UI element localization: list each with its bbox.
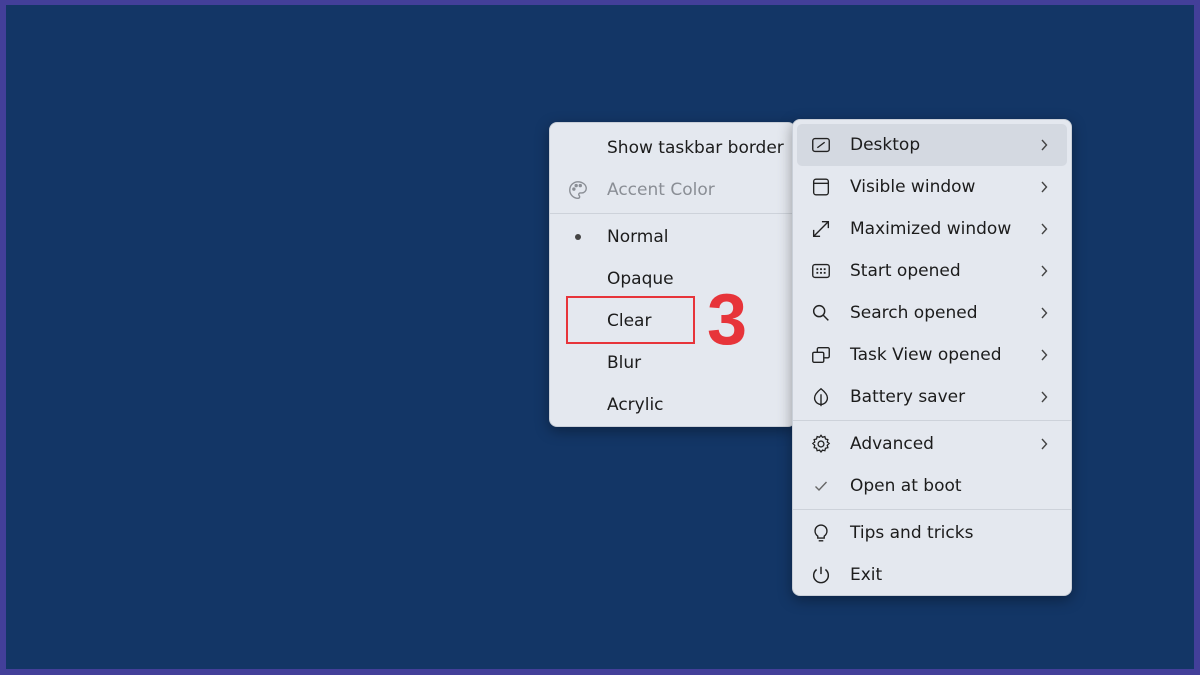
chevron-right-icon bbox=[1037, 334, 1051, 376]
task-view-icon bbox=[809, 334, 833, 376]
menu-item-label: Maximized window bbox=[850, 219, 1012, 239]
menu-item-label: Advanced bbox=[850, 434, 934, 454]
menu-item-desktop[interactable]: Desktop bbox=[797, 124, 1067, 166]
leaf-icon bbox=[809, 376, 833, 418]
chevron-right-icon bbox=[1037, 423, 1051, 465]
power-icon bbox=[809, 554, 833, 596]
window-icon bbox=[809, 166, 833, 208]
menu-item-exit[interactable]: Exit bbox=[797, 554, 1067, 596]
chevron-right-icon bbox=[1037, 292, 1051, 334]
menu-item-label: Battery saver bbox=[850, 387, 966, 407]
menu-item-open-at-boot[interactable]: Open at boot bbox=[797, 465, 1067, 507]
selected-bullet-icon bbox=[566, 216, 590, 258]
menu-item-label: Exit bbox=[850, 565, 883, 585]
chevron-right-icon bbox=[1037, 250, 1051, 292]
menu-item-label: Open at boot bbox=[850, 476, 962, 496]
menu-item-tips-and-tricks[interactable]: Tips and tricks bbox=[797, 512, 1067, 554]
menu-item-label: Blur bbox=[607, 353, 642, 373]
menu-item-label: Desktop bbox=[850, 135, 921, 155]
menu-separator bbox=[550, 213, 795, 214]
menu-item-search-opened[interactable]: Search opened bbox=[797, 292, 1067, 334]
step-number-label: 3 bbox=[707, 280, 748, 360]
start-icon bbox=[809, 250, 833, 292]
chevron-right-icon bbox=[1037, 124, 1051, 166]
menu-item-advanced[interactable]: Advanced bbox=[797, 423, 1067, 465]
chevron-right-icon bbox=[1037, 208, 1051, 250]
chevron-right-icon bbox=[1037, 376, 1051, 418]
menu-item-label: Opaque bbox=[607, 269, 674, 289]
menu-item-label: Acrylic bbox=[607, 395, 664, 415]
menu-separator bbox=[793, 420, 1071, 421]
highlight-box bbox=[566, 296, 695, 344]
chevron-right-icon bbox=[1037, 166, 1051, 208]
menu-item-task-view-opened[interactable]: Task View opened bbox=[797, 334, 1067, 376]
menu-item-label: Normal bbox=[607, 227, 669, 247]
menu-item-visible-window[interactable]: Visible window bbox=[797, 166, 1067, 208]
menu-item-show-taskbar-border[interactable]: Show taskbar border bbox=[554, 127, 791, 169]
menu-item-label: Search opened bbox=[850, 303, 978, 323]
menu-item-start-opened[interactable]: Start opened bbox=[797, 250, 1067, 292]
menu-item-label: Task View opened bbox=[850, 345, 1002, 365]
menu-item-accent-color: Accent Color bbox=[554, 169, 791, 211]
menu-item-blur[interactable]: Blur bbox=[554, 342, 791, 384]
menu-item-label: Start opened bbox=[850, 261, 961, 281]
menu-item-normal[interactable]: Normal bbox=[554, 216, 791, 258]
menu-item-battery-saver[interactable]: Battery saver bbox=[797, 376, 1067, 418]
menu-item-acrylic[interactable]: Acrylic bbox=[554, 384, 791, 426]
appearance-submenu: Show taskbar border Accent Color Normal … bbox=[549, 122, 796, 427]
menu-item-label: Accent Color bbox=[607, 180, 715, 200]
menu-item-label: Show taskbar border bbox=[607, 138, 784, 158]
maximize-icon bbox=[809, 208, 833, 250]
menu-separator bbox=[793, 509, 1071, 510]
search-icon bbox=[809, 292, 833, 334]
palette-icon bbox=[566, 169, 590, 211]
menu-item-label: Tips and tricks bbox=[850, 523, 974, 543]
menu-item-label: Visible window bbox=[850, 177, 976, 197]
lightbulb-icon bbox=[809, 512, 833, 554]
check-icon bbox=[809, 465, 833, 507]
desktop-icon bbox=[809, 124, 833, 166]
menu-item-maximized-window[interactable]: Maximized window bbox=[797, 208, 1067, 250]
menu-item-opaque[interactable]: Opaque bbox=[554, 258, 791, 300]
gear-icon bbox=[809, 423, 833, 465]
taskbar-context-menu: Desktop Visible window Maximized window bbox=[792, 119, 1072, 596]
